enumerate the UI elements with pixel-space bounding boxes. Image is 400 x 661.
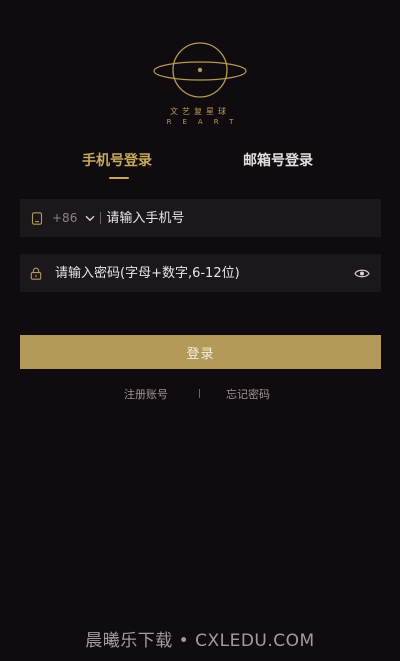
- phone-icon: [30, 211, 44, 225]
- links-divider: [199, 389, 200, 398]
- app-logo: 文艺复星球 REART: [0, 40, 400, 126]
- phone-input[interactable]: [106, 199, 381, 237]
- lock-icon: [29, 266, 43, 280]
- password-field: [20, 254, 381, 292]
- tab-email-login[interactable]: 邮箱号登录: [243, 150, 313, 170]
- password-input[interactable]: [55, 254, 353, 292]
- forgot-password-link[interactable]: 忘记密码: [226, 386, 270, 402]
- phone-field: +86: [20, 199, 381, 237]
- auth-links: 注册账号 忘记密码: [0, 386, 400, 402]
- register-link[interactable]: 注册账号: [124, 386, 168, 402]
- country-code[interactable]: +86: [52, 211, 77, 225]
- site-watermark: 晨曦乐下载 • CXLEDU.COM: [85, 631, 315, 651]
- login-button[interactable]: 登录: [20, 335, 381, 369]
- chevron-down-icon[interactable]: [85, 213, 95, 223]
- active-tab-indicator: [109, 177, 129, 179]
- planet-logo-icon: [153, 42, 247, 98]
- field-divider: [100, 212, 102, 224]
- eye-icon[interactable]: [353, 266, 371, 280]
- login-screen: 文艺复星球 REART 手机号登录 邮箱号登录 +86 请输入手机号 登录 注册…: [0, 0, 400, 661]
- logo-chinese-text: 文艺复星球: [170, 107, 230, 116]
- tab-phone-login[interactable]: 手机号登录: [82, 150, 152, 170]
- login-tabs: 手机号登录 邮箱号登录: [0, 150, 400, 184]
- logo-english-text: REART: [166, 118, 245, 126]
